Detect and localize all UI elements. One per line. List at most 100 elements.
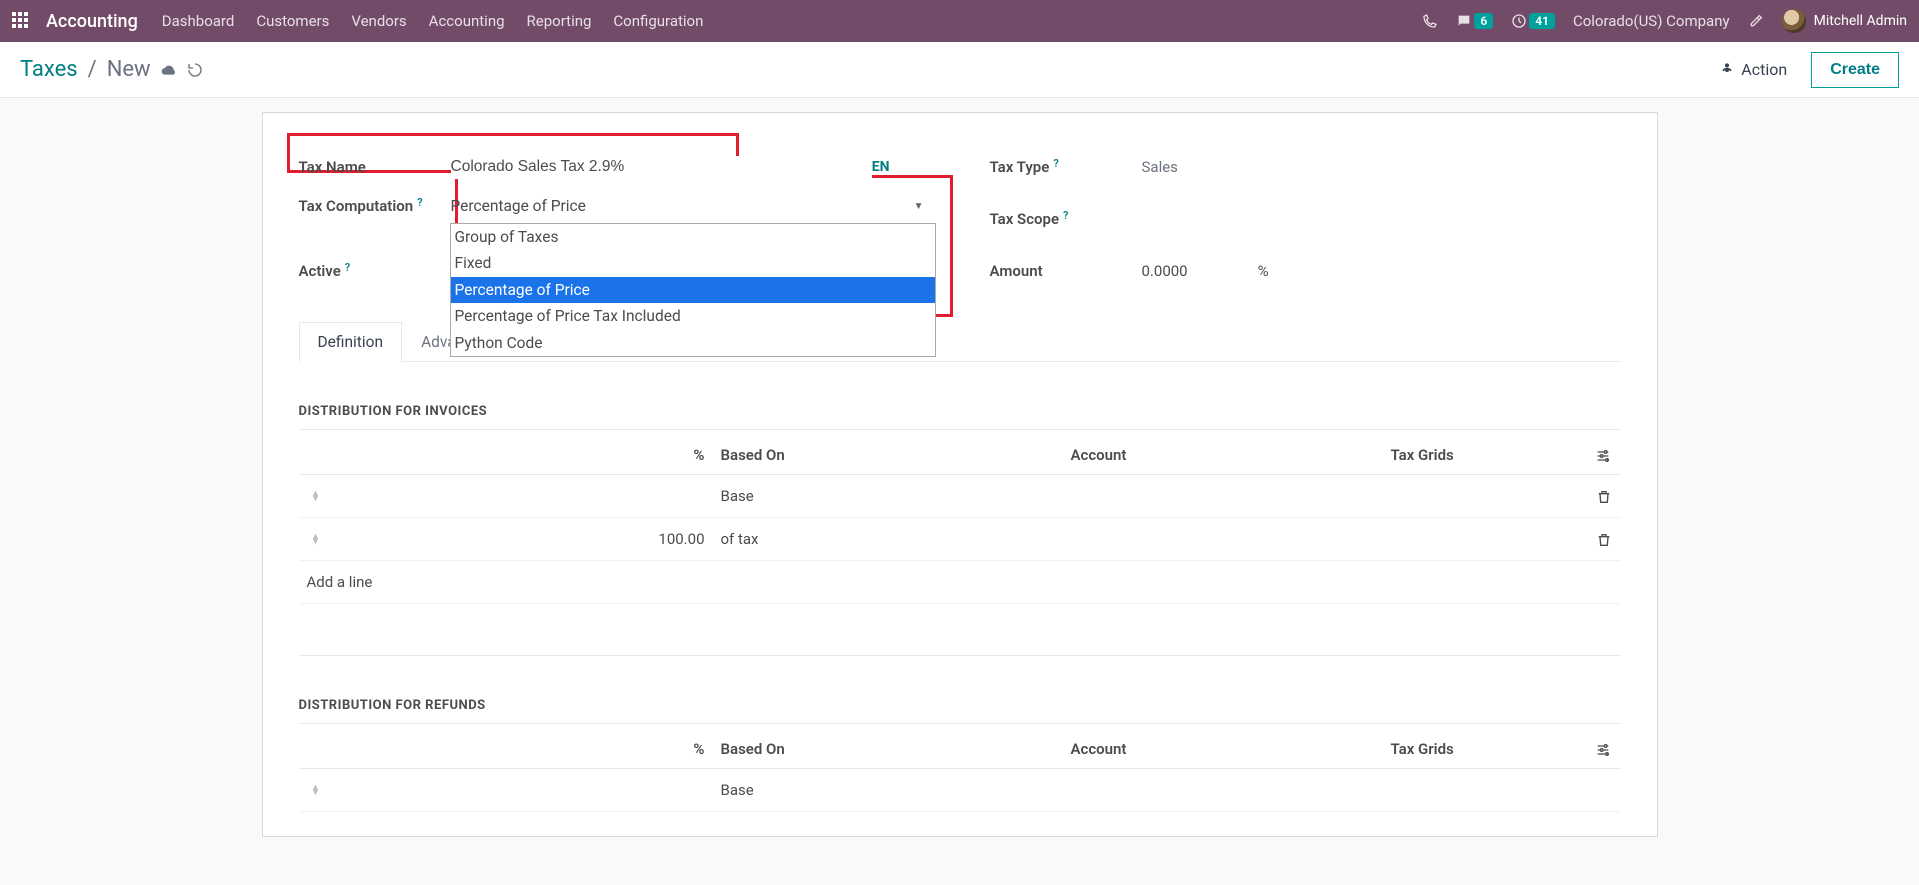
field-tax-type: Tax Type? Sales — [990, 145, 1621, 189]
cell-basedon[interactable]: Base — [713, 475, 1063, 518]
tools-icon[interactable] — [1748, 13, 1764, 29]
user-menu[interactable]: Mitchell Admin — [1782, 9, 1907, 33]
cell-account[interactable] — [1063, 518, 1383, 561]
spacer-row — [299, 604, 1621, 656]
menu-vendors[interactable]: Vendors — [351, 12, 406, 30]
dist-invoices-table: % Based On Account Tax Grids Base — [299, 436, 1621, 656]
discard-icon[interactable] — [187, 61, 203, 77]
drag-handle-icon[interactable] — [299, 769, 333, 812]
create-button[interactable]: Create — [1811, 52, 1899, 88]
messages-icon[interactable]: 6 — [1456, 13, 1493, 29]
field-tax-name: Tax Name EN — [299, 145, 930, 189]
col-grids[interactable]: Tax Grids — [1383, 730, 1587, 769]
avatar — [1782, 9, 1806, 33]
col-pct[interactable]: % — [333, 436, 713, 475]
section-invoices-title: DISTRIBUTION FOR INVOICES — [299, 394, 1621, 430]
drag-handle-icon[interactable] — [299, 475, 333, 518]
field-tax-computation: Tax Computation? Percentage of Price ▼ G… — [299, 197, 930, 241]
cell-basedon[interactable]: Base — [713, 769, 1063, 812]
form-card: Tax Name EN Tax Type? Sales — [262, 112, 1658, 837]
col-account[interactable]: Account — [1063, 436, 1383, 475]
help-icon[interactable]: ? — [417, 196, 422, 209]
scroll-area[interactable]: Tax Name EN Tax Type? Sales — [0, 98, 1919, 885]
section-refunds-title: DISTRIBUTION FOR REFUNDS — [299, 688, 1621, 724]
dropdown-opt-python[interactable]: Python Code — [451, 330, 935, 356]
main-menu: Dashboard Customers Vendors Accounting R… — [162, 12, 704, 30]
tax-name-label: Tax Name — [299, 158, 451, 176]
delete-row-icon[interactable] — [1587, 475, 1621, 518]
cell-grids[interactable] — [1383, 475, 1587, 518]
user-name: Mitchell Admin — [1814, 13, 1907, 29]
amount-value[interactable]: 0.0000 — [1142, 262, 1188, 280]
chevron-down-icon: ▼ — [914, 201, 924, 212]
dist-refunds-table: % Based On Account Tax Grids Base — [299, 730, 1621, 812]
table-row[interactable]: 100.00 of tax — [299, 518, 1621, 561]
tax-computation-select[interactable]: Percentage of Price ▼ — [451, 197, 930, 215]
help-icon[interactable]: ? — [345, 261, 350, 274]
col-options[interactable] — [1587, 436, 1621, 475]
cell-account[interactable] — [1063, 769, 1383, 812]
menu-configuration[interactable]: Configuration — [613, 12, 703, 30]
tax-type-value[interactable]: Sales — [1142, 158, 1621, 176]
tax-computation-selected: Percentage of Price — [451, 197, 586, 215]
menu-reporting[interactable]: Reporting — [527, 12, 592, 30]
cell-grids[interactable] — [1383, 769, 1587, 812]
action-label: Action — [1741, 60, 1787, 79]
dropdown-opt-percentage-incl[interactable]: Percentage of Price Tax Included — [451, 303, 935, 329]
col-basedon[interactable]: Based On — [713, 730, 1063, 769]
dropdown-opt-percentage[interactable]: Percentage of Price — [451, 277, 935, 303]
add-line-button[interactable]: Add a line — [299, 561, 1621, 604]
activities-icon[interactable]: 41 — [1511, 13, 1555, 29]
breadcrumb-bar: Taxes / New Action Create — [0, 42, 1919, 98]
breadcrumb-root[interactable]: Taxes — [20, 57, 78, 82]
col-options[interactable] — [1587, 730, 1621, 769]
col-grids[interactable]: Tax Grids — [1383, 436, 1587, 475]
breadcrumb: Taxes / New — [20, 57, 203, 82]
topbar-right: 6 41 Colorado(US) Company Mitchell Admin — [1422, 9, 1907, 33]
activities-badge: 41 — [1529, 13, 1555, 29]
breadcrumb-current: New — [107, 57, 151, 82]
amount-label: Amount — [990, 262, 1142, 280]
app-name[interactable]: Accounting — [46, 11, 138, 32]
dropdown-opt-fixed[interactable]: Fixed — [451, 250, 935, 276]
cell-basedon[interactable]: of tax — [713, 518, 1063, 561]
table-row[interactable]: Base — [299, 769, 1621, 812]
action-dropdown[interactable]: Action — [1719, 60, 1787, 79]
cell-grids[interactable] — [1383, 518, 1587, 561]
col-account[interactable]: Account — [1063, 730, 1383, 769]
cell-pct[interactable]: 100.00 — [333, 518, 713, 561]
cell-pct[interactable] — [333, 475, 713, 518]
delete-row-icon[interactable] — [1587, 518, 1621, 561]
active-label: Active? — [299, 262, 451, 280]
menu-accounting[interactable]: Accounting — [429, 12, 505, 30]
tax-name-input[interactable] — [451, 156, 872, 179]
table-row[interactable]: Base — [299, 475, 1621, 518]
sliders-icon — [1595, 446, 1611, 464]
cloud-save-icon[interactable] — [161, 61, 177, 77]
delete-row-icon[interactable] — [1587, 769, 1621, 812]
help-icon[interactable]: ? — [1063, 209, 1068, 222]
apps-icon[interactable] — [12, 12, 30, 30]
menu-customers[interactable]: Customers — [256, 12, 329, 30]
tax-scope-value[interactable] — [1142, 210, 1621, 228]
field-tax-scope: Tax Scope? — [990, 197, 1621, 241]
col-pct[interactable]: % — [333, 730, 713, 769]
company-switcher[interactable]: Colorado(US) Company — [1573, 12, 1730, 30]
lang-chip[interactable]: EN — [872, 159, 890, 175]
dropdown-opt-group[interactable]: Group of Taxes — [451, 224, 935, 250]
help-icon[interactable]: ? — [1053, 157, 1058, 170]
col-basedon[interactable]: Based On — [713, 436, 1063, 475]
tax-type-label: Tax Type? — [990, 158, 1142, 176]
field-amount: Amount 0.0000 % — [990, 249, 1621, 293]
phone-icon[interactable] — [1422, 13, 1438, 29]
tax-computation-dropdown: Group of Taxes Fixed Percentage of Price… — [450, 223, 936, 357]
cell-pct[interactable] — [333, 769, 713, 812]
breadcrumb-separator: / — [88, 57, 97, 82]
drag-handle-icon[interactable] — [299, 518, 333, 561]
cell-account[interactable] — [1063, 475, 1383, 518]
tax-computation-label: Tax Computation? — [299, 197, 451, 215]
sliders-icon — [1595, 740, 1611, 758]
col-handle — [299, 436, 333, 475]
menu-dashboard[interactable]: Dashboard — [162, 12, 235, 30]
tab-definition[interactable]: Definition — [299, 322, 403, 362]
